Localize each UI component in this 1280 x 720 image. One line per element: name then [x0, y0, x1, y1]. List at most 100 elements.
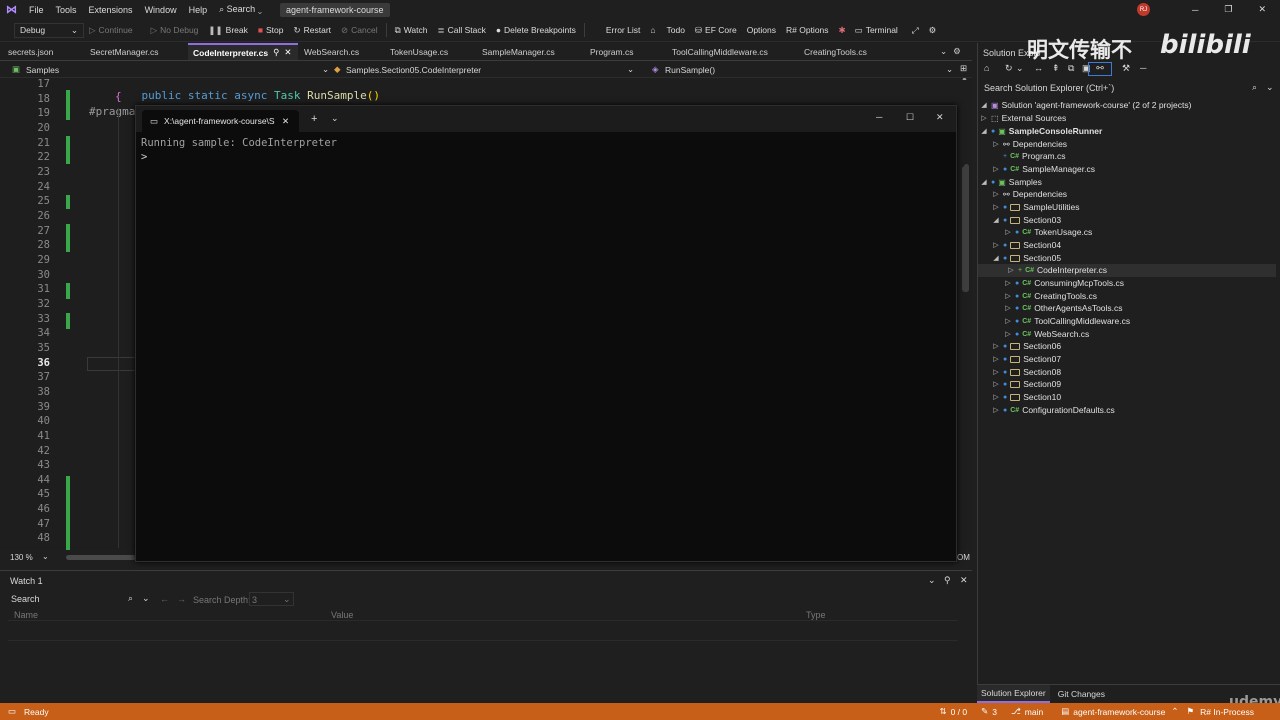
- collapse-arrow-icon[interactable]: ▷: [992, 393, 1000, 401]
- tab-sample-manager[interactable]: SampleManager.cs: [482, 43, 590, 60]
- start-without-debugging-button[interactable]: ▷ No Debug: [146, 25, 204, 36]
- call-stack-button[interactable]: ≣ Call Stack: [433, 25, 491, 36]
- search-icon[interactable]: ⌕: [128, 593, 133, 604]
- watch-scrollbar-track[interactable]: [960, 609, 968, 701]
- close-tab-icon[interactable]: ✕: [282, 116, 289, 127]
- menu-tools[interactable]: Tools: [50, 5, 83, 15]
- avatar[interactable]: RJ: [1136, 3, 1150, 16]
- tab-web-search[interactable]: WebSearch.cs: [298, 43, 390, 60]
- tree-item-program[interactable]: + C# Program.cs: [992, 150, 1066, 163]
- settings-icon[interactable]: ⚙: [947, 43, 961, 60]
- home-icon[interactable]: ⌂: [984, 63, 989, 73]
- resharper-options-button[interactable]: R# Options: [781, 25, 834, 35]
- chevron-down-icon[interactable]: ⌄: [142, 593, 150, 604]
- search-depth-select[interactable]: 3 ⌄: [249, 592, 294, 606]
- minimize-icon[interactable]: ─: [876, 112, 882, 122]
- tree-item-sample-utilities[interactable]: ▷ ● SampleUtilities: [992, 201, 1079, 214]
- horizontal-scrollbar[interactable]: [66, 555, 136, 560]
- column-name[interactable]: Name: [14, 610, 38, 620]
- tree-item-sample-manager[interactable]: ▷ ● C# SampleManager.cs: [992, 163, 1095, 176]
- tree-item-tool-calling-middleware[interactable]: ▷ ● C# ToolCallingMiddleware.cs: [1004, 315, 1130, 328]
- tree-item-web-search[interactable]: ▷ ● C# WebSearch.cs: [1004, 328, 1089, 341]
- vs-logo-icon[interactable]: ⋈: [0, 3, 23, 16]
- collapse-arrow-icon[interactable]: ▷: [1004, 228, 1012, 236]
- expand-arrow-icon[interactable]: ◢: [980, 178, 988, 186]
- tab-overflow-icon[interactable]: ⌄: [934, 43, 947, 60]
- menu-window[interactable]: Window: [139, 5, 183, 15]
- close-icon[interactable]: ✕: [960, 575, 968, 586]
- chevron-up-icon[interactable]: ⌃: [1171, 706, 1178, 717]
- type-nav-dropdown[interactable]: Samples.Section05.CodeInterpreter: [346, 65, 481, 75]
- solution-explorer-search[interactable]: Search Solution Explorer (Ctrl+`) ⌕ ⌄: [982, 81, 1276, 95]
- menu-help[interactable]: Help: [183, 5, 214, 15]
- column-value[interactable]: Value: [331, 610, 353, 620]
- column-type[interactable]: Type: [806, 610, 826, 620]
- split-icon[interactable]: ⊞: [960, 63, 967, 74]
- member-nav-dropdown[interactable]: RunSample(): [665, 65, 715, 75]
- todo-button[interactable]: ⌂ Todo: [645, 25, 690, 35]
- tree-item-section08[interactable]: ▷ ● Section08: [992, 366, 1061, 379]
- status-incoming-outgoing[interactable]: 0 / 0: [951, 707, 968, 717]
- expand-arrow-icon[interactable]: ◢: [992, 254, 1000, 262]
- chevron-down-icon[interactable]: ⌄: [322, 64, 329, 75]
- chevron-down-icon[interactable]: ⌄: [331, 113, 339, 124]
- ef-core-button[interactable]: ⛁ EF Core: [690, 25, 742, 36]
- tab-git-changes[interactable]: Git Changes: [1050, 686, 1113, 702]
- tree-item-configuration-defaults[interactable]: ▷ ● C# ConfigurationDefaults.cs: [992, 404, 1115, 417]
- settings-icon[interactable]: ⚙: [924, 25, 942, 36]
- collapse-arrow-icon[interactable]: ▷: [1004, 304, 1012, 312]
- close-icon[interactable]: ✕: [936, 112, 944, 123]
- tree-item-section10[interactable]: ▷ ● Section10: [992, 391, 1061, 404]
- delete-breakpoints-button[interactable]: ● Delete Breakpoints: [491, 25, 581, 35]
- tree-item-sample-console-runner[interactable]: ◢ ● ▣ SampleConsoleRunner: [980, 125, 1102, 138]
- tab-code-interpreter[interactable]: CodeInterpreter.cs ⚲ ✕: [188, 43, 298, 60]
- expand-arrow-icon[interactable]: ◢: [980, 101, 988, 109]
- chevron-down-icon[interactable]: ⌄: [928, 575, 936, 586]
- tab-tool-calling-middleware[interactable]: ToolCallingMiddleware.cs: [672, 43, 804, 60]
- switch-views-icon[interactable]: ↔: [1034, 63, 1043, 73]
- options-button[interactable]: Options: [742, 25, 781, 35]
- wrench-icon[interactable]: ⚒: [1122, 63, 1130, 74]
- minus-icon[interactable]: ─: [1140, 63, 1146, 73]
- status-branch[interactable]: main: [1025, 707, 1043, 717]
- tree-item-samples[interactable]: ◢ ● ▣ Samples: [980, 176, 1042, 189]
- collapse-arrow-icon[interactable]: ▷: [1007, 266, 1015, 274]
- close-icon[interactable]: ✕: [1252, 4, 1272, 15]
- chevron-down-icon[interactable]: ⌄: [627, 64, 634, 75]
- minimize-icon[interactable]: ─: [1186, 5, 1204, 15]
- collapse-arrow-icon[interactable]: ▷: [992, 355, 1000, 363]
- solution-config-dropdown[interactable]: Debug ⌄: [14, 22, 84, 38]
- tab-token-usage[interactable]: TokenUsage.cs: [390, 43, 482, 60]
- tree-item-section04[interactable]: ▷ ● Section04: [992, 239, 1061, 252]
- chevron-down-icon[interactable]: ⌄: [42, 552, 49, 561]
- tree-item-section07[interactable]: ▷ ● Section07: [992, 353, 1061, 366]
- watch-search-input[interactable]: Search ⌕ ⌄: [8, 592, 150, 606]
- collapse-arrow-icon[interactable]: ▷: [992, 368, 1000, 376]
- tab-secret-manager[interactable]: SecretManager.cs: [86, 43, 188, 60]
- sync-icon[interactable]: ↻: [1005, 63, 1013, 74]
- restart-button[interactable]: ↻ Restart: [289, 25, 337, 36]
- collapse-arrow-icon[interactable]: ▷: [992, 203, 1000, 211]
- tab-program[interactable]: Program.cs: [590, 43, 672, 60]
- copy-icon[interactable]: ⧉: [1068, 63, 1074, 74]
- tree-item-token-usage[interactable]: ▷ ● C# TokenUsage.cs: [1004, 226, 1092, 239]
- status-resharper[interactable]: R# In-Process: [1200, 707, 1254, 717]
- project-nav-dropdown[interactable]: Samples: [26, 65, 59, 75]
- error-list-button[interactable]: Error List: [588, 25, 645, 35]
- collapse-arrow-icon[interactable]: ▷: [1004, 292, 1012, 300]
- tree-item-section05[interactable]: ◢ ● Section05: [992, 252, 1061, 265]
- tab-solution-explorer[interactable]: Solution Explorer: [977, 685, 1050, 703]
- continue-button[interactable]: ▷ Continue: [84, 25, 138, 36]
- tree-item-consuming-mcp-tools[interactable]: ▷ ● C# ConsumingMcpTools.cs: [1004, 277, 1124, 290]
- new-tab-icon[interactable]: +: [311, 113, 317, 125]
- status-changes[interactable]: 3: [992, 707, 997, 717]
- status-repository[interactable]: agent-framework-course: [1073, 707, 1165, 717]
- menu-search[interactable]: ⌕ Search ⌄: [213, 4, 268, 15]
- watch-button[interactable]: ⧉ Watch: [390, 25, 433, 36]
- terminal-prompt[interactable]: >: [141, 151, 147, 163]
- collapse-arrow-icon[interactable]: ▷: [1004, 317, 1012, 325]
- collapse-arrow-icon[interactable]: ▷: [992, 241, 1000, 249]
- expand-arrow-icon[interactable]: ◢: [980, 127, 988, 135]
- back-arrow-icon[interactable]: ←: [160, 594, 169, 604]
- terminal-window[interactable]: ▭ X:\agent-framework-course\S ✕ + ⌄ ─ ☐ …: [135, 105, 969, 562]
